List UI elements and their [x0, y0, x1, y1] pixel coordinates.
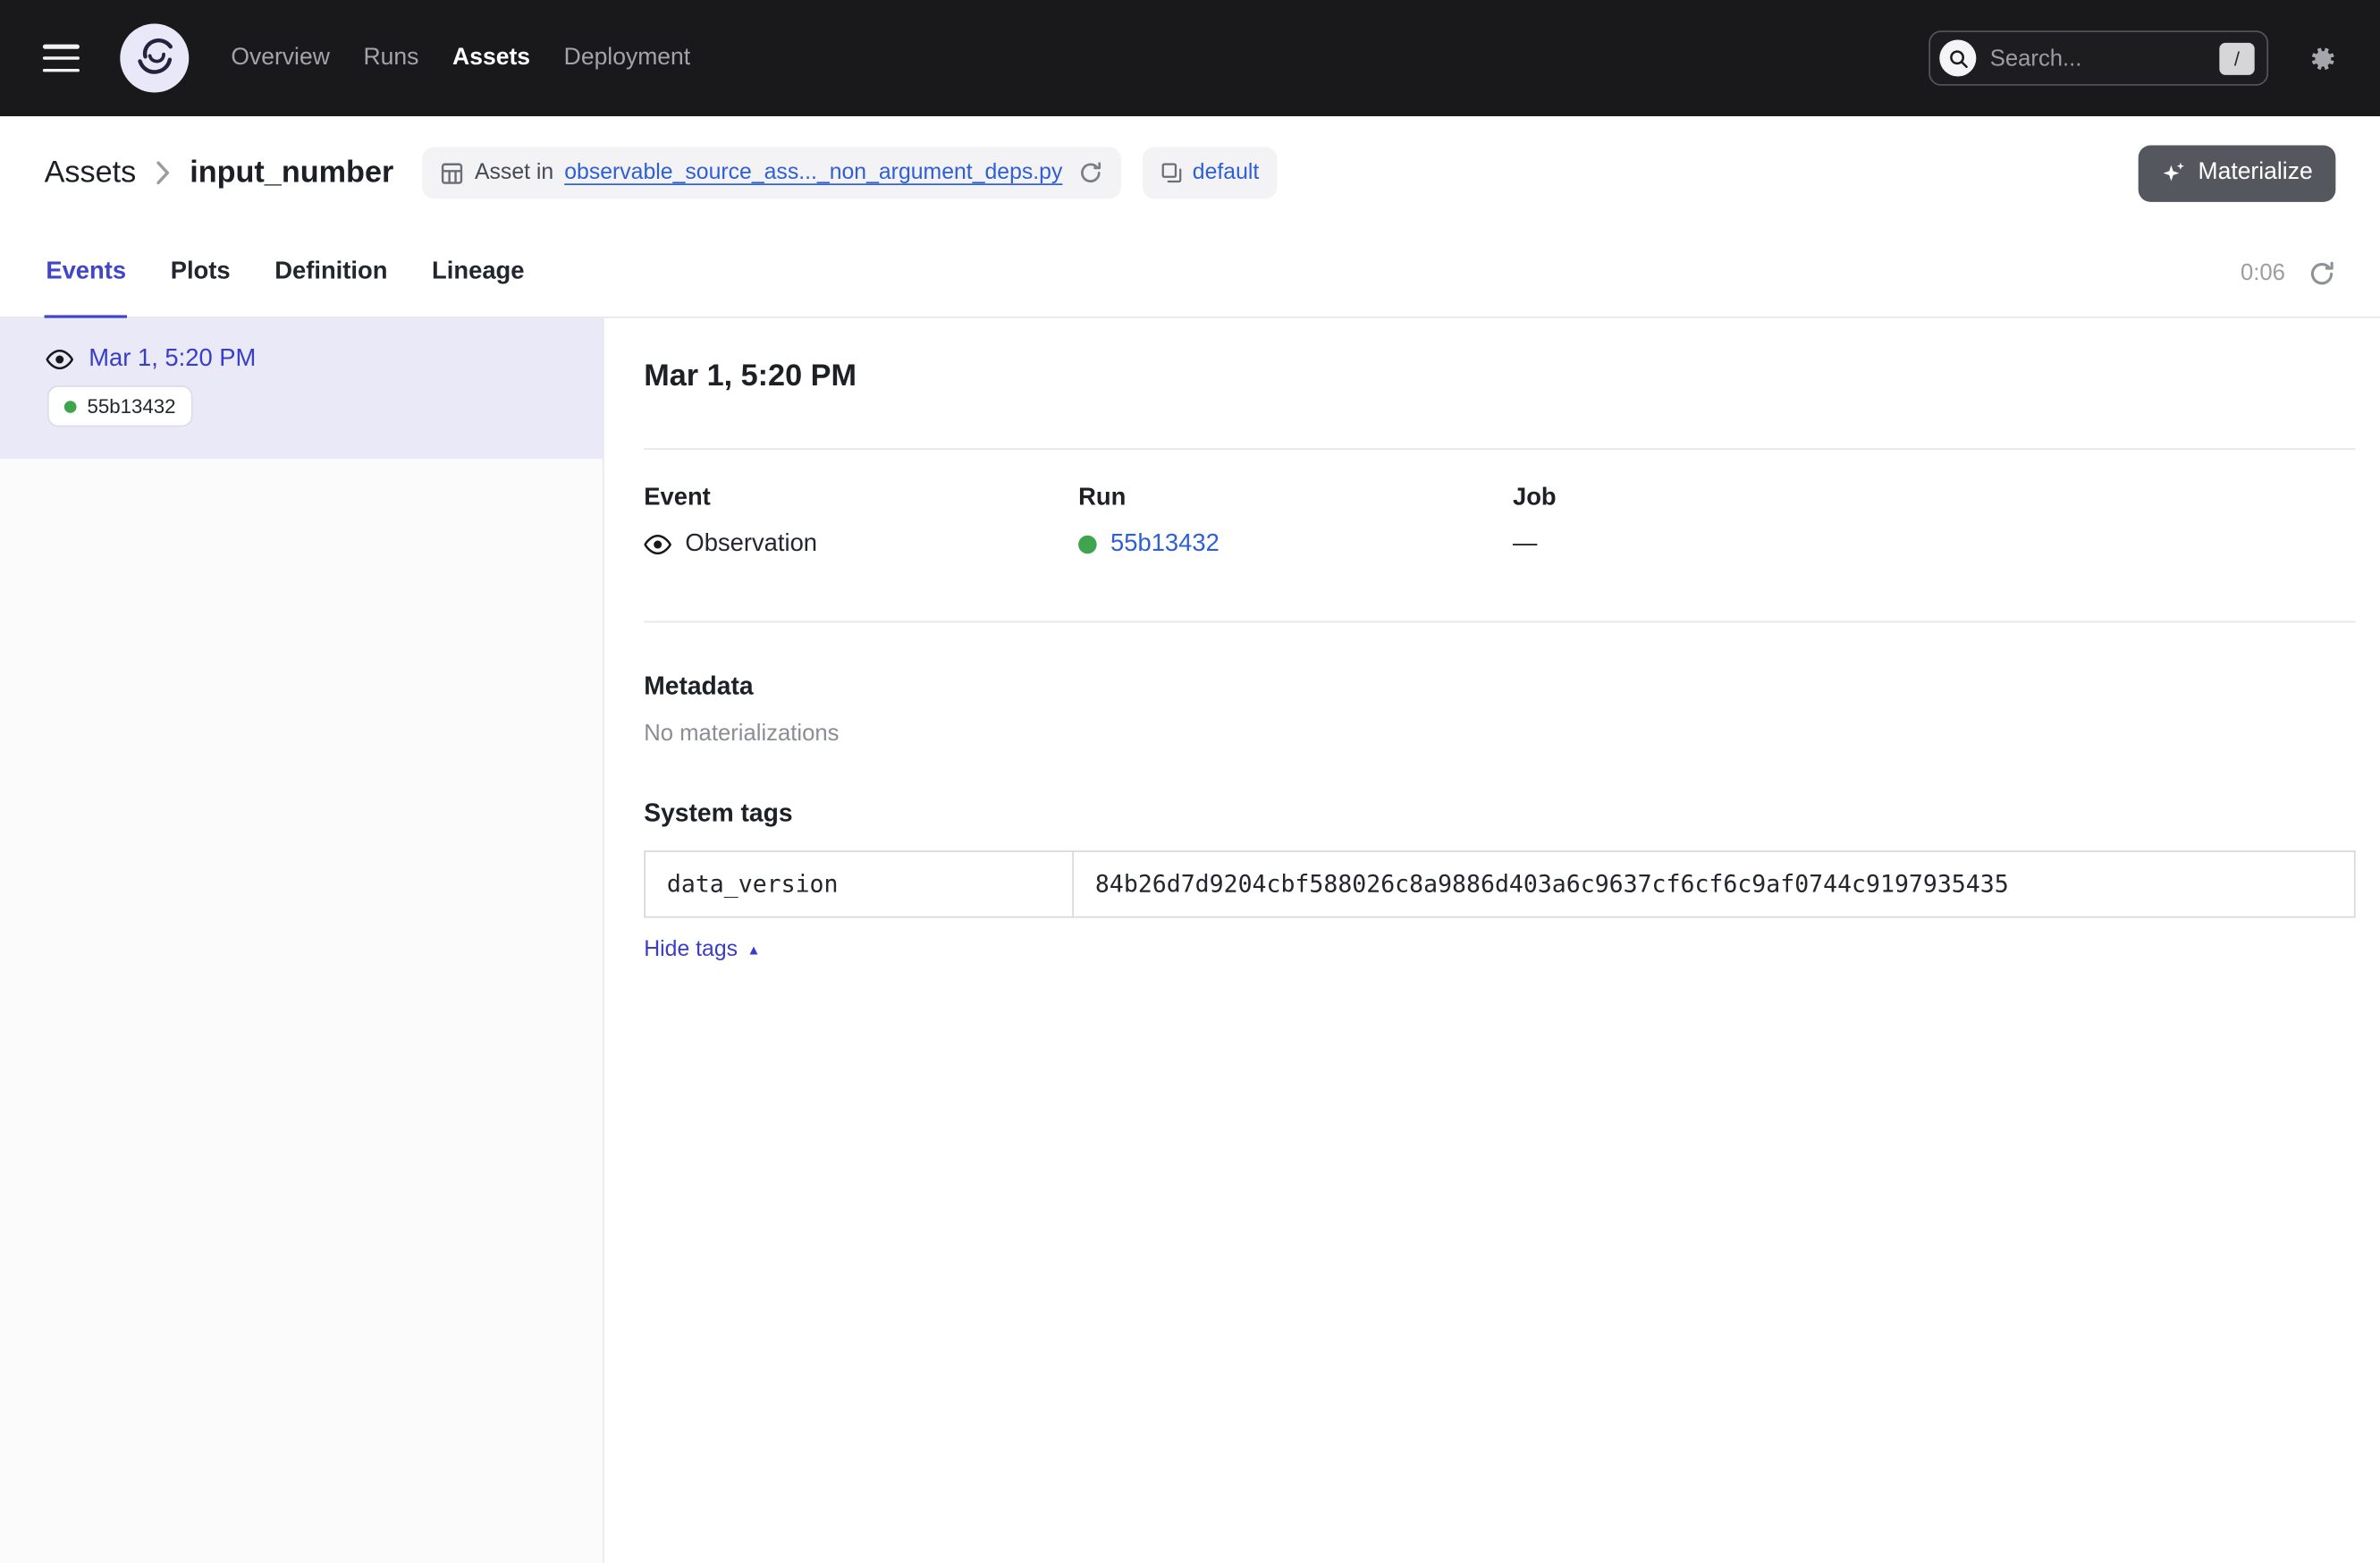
tag-key-cell: data_version [645, 851, 1073, 917]
asset-location-prefix: Asset in [475, 161, 553, 185]
run-chip-id: 55b13432 [88, 394, 176, 418]
table-row: data_version 84b26d7d9204cbf588026c8a988… [645, 851, 2355, 917]
search-icon [1939, 39, 1976, 76]
event-head: Mar 1, 5:20 PM [46, 346, 572, 374]
eye-icon [644, 534, 671, 555]
sparkle-icon [2161, 161, 2185, 185]
event-type-value: Observation [685, 529, 817, 560]
job-value: — [1513, 529, 1947, 560]
asset-group-link[interactable]: default [1193, 161, 1259, 185]
hamburger-bar [43, 56, 80, 60]
hide-tags-link[interactable]: Hide tags ▲ [644, 938, 760, 962]
tab-events[interactable]: Events [45, 230, 128, 318]
reload-location-icon[interactable] [1077, 161, 1101, 185]
event-list-item[interactable]: Mar 1, 5:20 PM 55b13432 [0, 318, 603, 459]
tag-value-cell: 84b26d7d9204cbf588026c8a9886d403a6c9637c… [1073, 851, 2355, 917]
page-header: Assets input_number Asset in observable_… [0, 116, 2380, 230]
topnav-right: / [1928, 30, 2337, 86]
materialize-button[interactable]: Materialize [2139, 145, 2336, 201]
job-column-header: Job [1513, 484, 1947, 514]
tab-plots[interactable]: Plots [169, 230, 232, 318]
breadcrumb-assets-link[interactable]: Assets [45, 156, 137, 190]
run-chip[interactable]: 55b13432 [49, 387, 191, 426]
metadata-heading: Metadata [644, 672, 2355, 702]
asset-tabs: Events Plots Definition Lineage [45, 230, 527, 317]
metadata-empty-text: No materializations [644, 721, 2355, 747]
search-input[interactable] [1990, 45, 2220, 71]
hamburger-bar [43, 45, 80, 48]
chevron-right-icon [156, 161, 170, 185]
table-icon [441, 161, 464, 184]
event-title: Mar 1, 5:20 PM [644, 355, 2355, 398]
event-timestamp: Mar 1, 5:20 PM [89, 346, 256, 374]
event-detail-panel: Mar 1, 5:20 PM Event Observation [604, 318, 2380, 1563]
run-link[interactable]: 55b13432 [1110, 529, 1220, 560]
code-location-link[interactable]: observable_source_ass..._non_argument_de… [564, 161, 1062, 185]
gear-icon[interactable] [2305, 42, 2337, 74]
hamburger-bar [43, 68, 80, 72]
eye-icon [46, 349, 73, 370]
caret-up-icon: ▲ [747, 943, 760, 957]
dagster-logo[interactable] [119, 23, 190, 94]
search-shortcut-key: / [2219, 42, 2254, 74]
materialize-button-label: Materialize [2198, 159, 2312, 187]
content: Mar 1, 5:20 PM 55b13432 Mar 1, 5:20 PM E… [0, 318, 2380, 1563]
asset-location-badge: Asset in observable_source_ass..._non_ar… [423, 147, 1121, 199]
asset-name: input_number [190, 156, 393, 190]
job-column: Job — [1513, 484, 1947, 561]
system-tags-heading: System tags [644, 798, 2355, 829]
refresh-timer: 0:06 [2241, 260, 2285, 286]
divider [644, 621, 2355, 623]
event-summary-columns: Event Observation Run [644, 484, 2355, 561]
primary-nav: Overview Runs Assets Deployment [231, 45, 690, 72]
global-search-box[interactable]: / [1928, 30, 2268, 86]
tabs-right: 0:06 [2241, 259, 2335, 287]
hamburger-menu-button[interactable] [43, 45, 80, 72]
event-column-header: Event [644, 484, 1078, 514]
event-list-sidebar: Mar 1, 5:20 PM 55b13432 [0, 318, 604, 1563]
event-column: Event Observation [644, 484, 1078, 561]
tab-lineage[interactable]: Lineage [430, 230, 526, 318]
breadcrumb: Assets input_number [45, 156, 394, 190]
top-navigation: Overview Runs Assets Deployment / [0, 0, 2380, 116]
run-column-header: Run [1078, 484, 1513, 514]
run-status-dot [64, 400, 77, 412]
tab-definition[interactable]: Definition [274, 230, 390, 318]
run-status-dot [1078, 536, 1097, 554]
nav-item-runs[interactable]: Runs [363, 45, 418, 72]
tabs-row: Events Plots Definition Lineage 0:06 [0, 230, 2380, 318]
asset-group-badge[interactable]: default [1142, 147, 1277, 199]
hide-tags-label: Hide tags [644, 938, 738, 962]
nav-item-assets[interactable]: Assets [452, 45, 530, 72]
run-column: Run 55b13432 [1078, 484, 1513, 561]
nav-item-overview[interactable]: Overview [231, 45, 330, 72]
refresh-icon[interactable] [2308, 259, 2336, 287]
app: Overview Runs Assets Deployment / [0, 0, 2380, 1563]
nav-item-deployment[interactable]: Deployment [564, 45, 691, 72]
asset-group-icon [1160, 162, 1182, 183]
system-tags-table: data_version 84b26d7d9204cbf588026c8a988… [644, 850, 2355, 917]
divider [644, 448, 2355, 450]
